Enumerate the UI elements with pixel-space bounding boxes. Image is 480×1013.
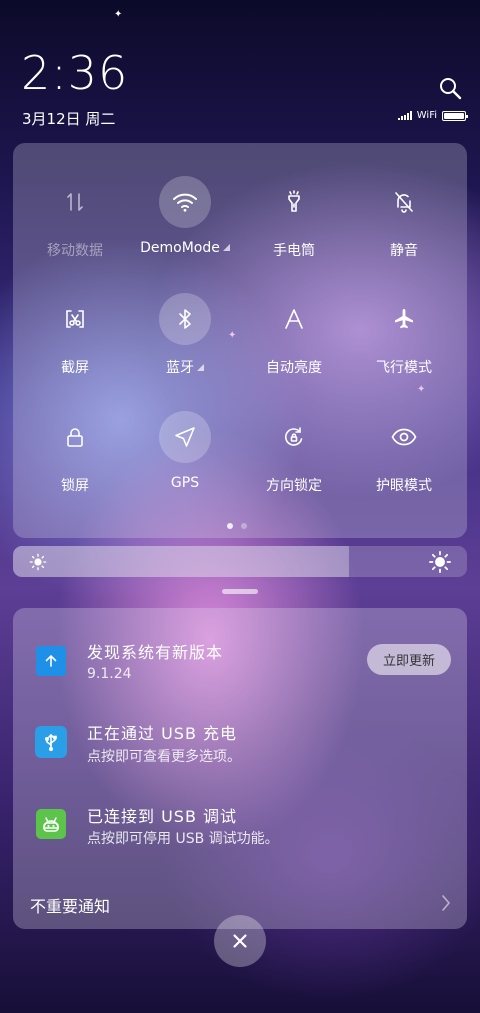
tile-gps[interactable]: GPS — [130, 411, 240, 511]
brightness-fill — [13, 546, 349, 577]
quick-settings-panel: 移动数据 DemoMode 手电筒 静音截屏 蓝牙 自动亮度 飞行模式锁屏 GPS 方向锁定 护眼… — [13, 143, 467, 538]
signal-icon — [397, 111, 412, 120]
tile-label-text: 移动数据 — [47, 243, 103, 259]
tile-label-text: 自动亮度 — [266, 360, 322, 376]
page-dot — [241, 523, 247, 529]
tile-label-text: GPS — [170, 475, 200, 491]
search-icon[interactable] — [438, 76, 462, 100]
tile-airplane[interactable]: 飞行模式 — [349, 293, 459, 393]
status-bar: WiFi — [397, 110, 468, 121]
brightness-high-icon — [429, 546, 451, 577]
notification-title: 发现系统有新版本 — [87, 643, 224, 662]
tile-label: 锁屏 — [20, 475, 130, 495]
tile-wifi[interactable]: DemoMode — [130, 176, 240, 276]
tile-label: 移动数据 — [20, 240, 130, 260]
expand-triangle-icon — [222, 244, 230, 251]
tile-label-text: 飞行模式 — [376, 360, 432, 376]
android-debug-icon — [36, 809, 66, 839]
tile-label-text: 锁屏 — [61, 478, 89, 494]
tile-mute-bell[interactable]: 静音 — [349, 176, 459, 276]
tile-label-text: DemoMode — [140, 240, 220, 256]
rotation-lock-icon — [268, 411, 320, 463]
tile-mobile-data[interactable]: 移动数据 — [20, 176, 130, 276]
tile-label: 手电筒 — [239, 240, 349, 260]
expand-triangle-icon — [197, 364, 204, 371]
brightness-low-icon — [29, 546, 47, 577]
tile-label-text: 方向锁定 — [266, 478, 322, 494]
airplane-icon — [378, 293, 430, 345]
auto-brightness-icon — [268, 293, 320, 345]
notification-title: 正在通过 USB 充电 — [87, 724, 238, 743]
tile-label: 飞行模式 — [349, 357, 459, 377]
tile-label: 静音 — [349, 240, 459, 260]
notification-title: 已连接到 USB 调试 — [87, 807, 238, 826]
page-indicator — [227, 523, 247, 529]
drag-handle[interactable] — [222, 589, 258, 594]
notification-usb-debugging[interactable]: 已连接到 USB 调试 点按即可停用 USB 调试功能。 — [13, 788, 467, 858]
brightness-slider[interactable] — [13, 546, 467, 577]
tile-label-text: 静音 — [390, 243, 418, 259]
tile-screenshot[interactable]: 截屏 — [20, 293, 130, 393]
tile-eye[interactable]: 护眼模式 — [349, 411, 459, 511]
update-arrow-icon — [36, 646, 66, 676]
tile-label: DemoMode — [130, 240, 240, 256]
usb-icon — [35, 726, 67, 758]
tile-label-text: 截屏 — [61, 360, 89, 376]
notification-usb-charging[interactable]: 正在通过 USB 充电 点按即可查看更多选项。 — [13, 704, 467, 774]
tile-auto-brightness[interactable]: 自动亮度 — [239, 293, 349, 393]
update-now-button[interactable]: 立即更新 — [367, 644, 451, 675]
notification-system-update[interactable]: 发现系统有新版本 9.1.24 立即更新 — [13, 608, 467, 692]
wifi-status-label: WiFi — [416, 110, 437, 121]
clock-time: 2:36 — [21, 46, 129, 100]
tile-label: 自动亮度 — [239, 357, 349, 377]
tile-rotation-lock[interactable]: 方向锁定 — [239, 411, 349, 511]
tile-bluetooth[interactable]: 蓝牙 — [130, 293, 240, 393]
screenshot-icon — [49, 293, 101, 345]
page-dot-active — [227, 523, 233, 529]
chevron-right-icon[interactable] — [441, 894, 451, 912]
notification-subtitle: 点按即可查看更多选项。 — [87, 749, 241, 765]
tile-label: 护眼模式 — [349, 475, 459, 495]
notification-subtitle: 9.1.24 — [87, 666, 132, 682]
tile-lock[interactable]: 锁屏 — [20, 411, 130, 511]
battery-icon — [442, 110, 468, 121]
mobile-data-icon — [49, 176, 101, 228]
tile-label: 方向锁定 — [239, 475, 349, 495]
wifi-icon — [159, 176, 211, 228]
close-button[interactable] — [214, 915, 266, 967]
bluetooth-icon — [159, 293, 211, 345]
mute-bell-icon — [378, 176, 430, 228]
tile-label: 截屏 — [20, 357, 130, 377]
tile-label: 蓝牙 — [130, 357, 240, 377]
tile-flashlight[interactable]: 手电筒 — [239, 176, 349, 276]
flashlight-icon — [268, 176, 320, 228]
date-label: 3月12日 周二 — [22, 110, 116, 128]
notification-panel: 发现系统有新版本 9.1.24 立即更新 正在通过 USB 充电 点按即可查看更… — [13, 608, 467, 929]
lock-icon — [49, 411, 101, 463]
notification-subtitle: 点按即可停用 USB 调试功能。 — [87, 831, 279, 847]
star-decoration: ✦ — [114, 9, 123, 20]
tile-label: GPS — [130, 475, 240, 491]
gps-icon — [159, 411, 211, 463]
eye-icon — [378, 411, 430, 463]
unimportant-notifications-link[interactable]: 不重要通知 — [30, 893, 110, 917]
tile-label-text: 手电筒 — [273, 243, 315, 259]
tile-label-text: 护眼模式 — [376, 478, 432, 494]
close-icon — [233, 934, 247, 948]
tile-label-text: 蓝牙 — [166, 360, 194, 376]
